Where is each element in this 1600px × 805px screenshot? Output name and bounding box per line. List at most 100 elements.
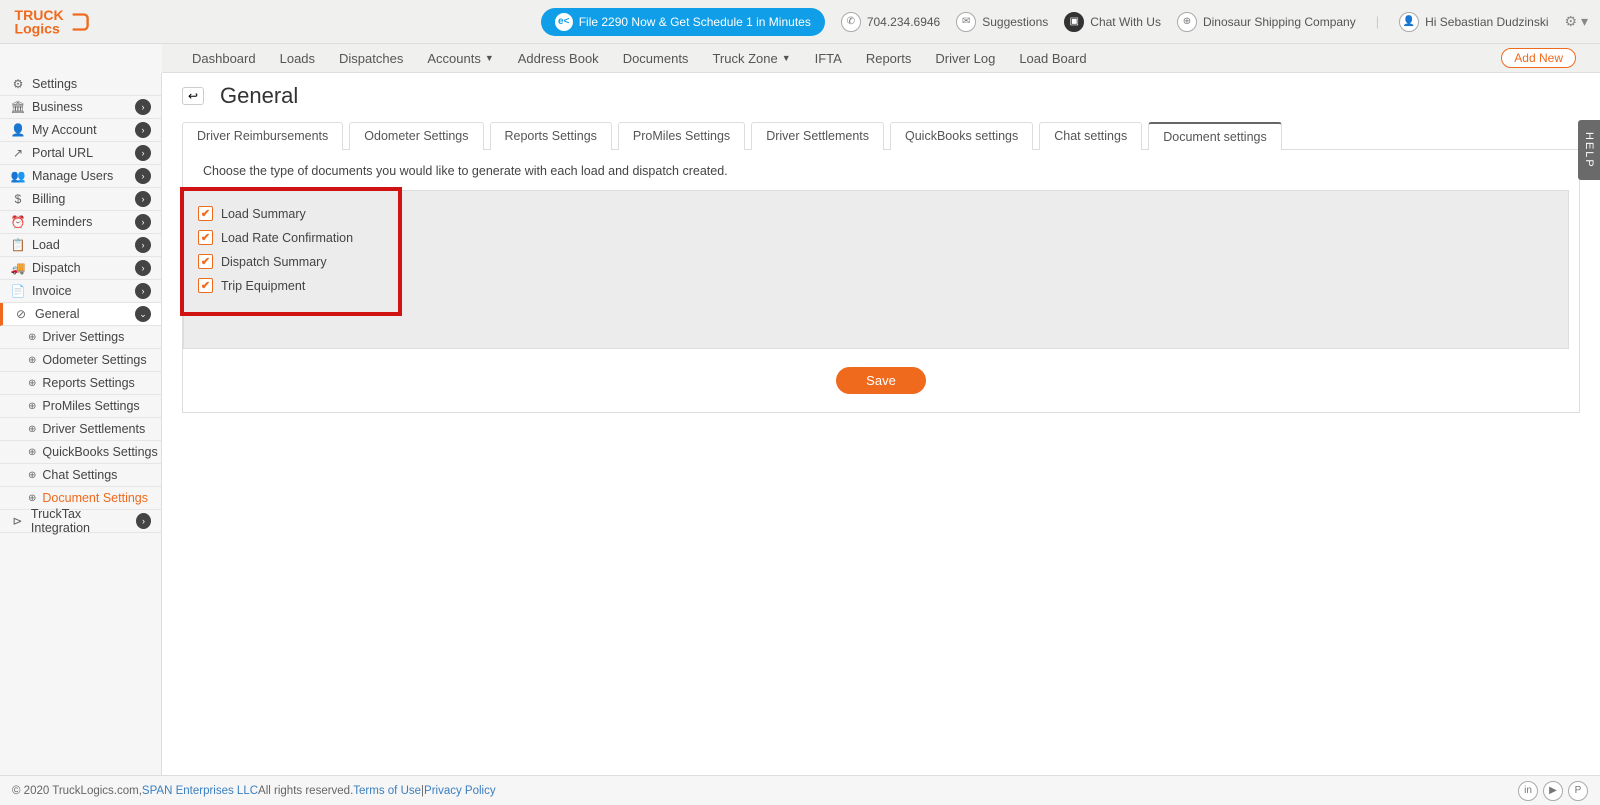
nav-driver-log[interactable]: Driver Log xyxy=(923,44,1007,73)
checkbox-row-load-rate-confirmation[interactable]: ✔ Load Rate Confirmation xyxy=(198,230,384,245)
sidebar: ⚙Settings 🏛Business› 👤My Account› ↗Porta… xyxy=(0,73,162,775)
sidebar-sub-quickbooks-settings[interactable]: ⊕ QuickBooks Settings xyxy=(0,441,161,464)
chevron-right-icon: › xyxy=(135,122,151,138)
chevron-right-icon: › xyxy=(135,237,151,253)
checkbox-icon[interactable]: ✔ xyxy=(198,254,213,269)
tab-document-settings[interactable]: Document settings xyxy=(1148,122,1282,150)
sidebar-label: Reminders xyxy=(32,215,92,229)
tab-quickbooks-settings[interactable]: QuickBooks settings xyxy=(890,122,1033,150)
link-icon: ↗ xyxy=(10,146,26,160)
document-type-panel: ✔ Load Summary ✔ Load Rate Confirmation … xyxy=(183,190,1569,349)
bullet-icon: ⊕ xyxy=(28,493,36,504)
phone-icon: ✆ xyxy=(841,12,861,32)
company-link[interactable]: ⊕ Dinosaur Shipping Company xyxy=(1177,12,1356,32)
nav-accounts[interactable]: Accounts▼ xyxy=(415,44,505,73)
sidebar-item-billing[interactable]: $Billing› xyxy=(0,188,161,211)
tab-reports-settings[interactable]: Reports Settings xyxy=(490,122,612,150)
footer-copyright: © 2020 TruckLogics.com, xyxy=(12,785,142,797)
tab-driver-settlements[interactable]: Driver Settlements xyxy=(751,122,884,150)
settings-gear-icon[interactable]: ⚙ ▾ xyxy=(1565,13,1588,30)
sidebar-sub-reports-settings[interactable]: ⊕Reports Settings xyxy=(0,372,161,395)
back-button[interactable]: ↩ xyxy=(182,87,204,105)
sidebar-sub-label: Reports Settings xyxy=(42,376,134,390)
sidebar-label: General xyxy=(35,307,79,321)
bullet-icon: ⊕ xyxy=(28,447,36,458)
checkbox-row-trip-equipment[interactable]: ✔ Trip Equipment xyxy=(198,278,384,293)
pinterest-icon[interactable]: P xyxy=(1568,781,1588,801)
sidebar-item-trucktax[interactable]: ⊳TruckTax Integration› xyxy=(0,510,161,533)
sidebar-item-invoice[interactable]: 📄Invoice› xyxy=(0,280,161,303)
nav-dispatches[interactable]: Dispatches xyxy=(327,44,415,73)
chat-label: Chat With Us xyxy=(1090,15,1161,29)
checkbox-label: Trip Equipment xyxy=(221,279,305,293)
sidebar-sub-driver-settlements[interactable]: ⊕Driver Settlements xyxy=(0,418,161,441)
checkbox-icon[interactable]: ✔ xyxy=(198,230,213,245)
nav-accounts-label: Accounts xyxy=(427,51,480,66)
user-menu[interactable]: 👤 Hi Sebastian Dudzinski xyxy=(1399,12,1548,32)
nav-ifta[interactable]: IFTA xyxy=(803,44,854,73)
nav-loads[interactable]: Loads xyxy=(268,44,327,73)
sidebar-item-dispatch[interactable]: 🚚Dispatch› xyxy=(0,257,161,280)
tab-promiles-settings[interactable]: ProMiles Settings xyxy=(618,122,745,150)
logo[interactable]: TRUCKLogics xyxy=(12,7,92,37)
nav-truck-zone[interactable]: Truck Zone▼ xyxy=(700,44,802,73)
add-new-button[interactable]: Add New xyxy=(1501,48,1576,68)
checkbox-icon[interactable]: ✔ xyxy=(198,278,213,293)
sidebar-item-my-account[interactable]: 👤My Account› xyxy=(0,119,161,142)
youtube-icon[interactable]: ▶ xyxy=(1543,781,1563,801)
sidebar-item-portal-url[interactable]: ↗Portal URL› xyxy=(0,142,161,165)
checkbox-label: Load Rate Confirmation xyxy=(221,231,353,245)
tab-chat-settings[interactable]: Chat settings xyxy=(1039,122,1142,150)
sidebar-item-general[interactable]: ⊘General⌄ xyxy=(0,303,161,326)
footer-span-link[interactable]: SPAN Enterprises LLC xyxy=(142,785,258,797)
save-button[interactable]: Save xyxy=(836,367,926,394)
chevron-right-icon: › xyxy=(135,99,151,115)
chevron-right-icon: › xyxy=(135,214,151,230)
nav-load-board[interactable]: Load Board xyxy=(1007,44,1098,73)
nav-reports[interactable]: Reports xyxy=(854,44,924,73)
dollar-icon: $ xyxy=(10,192,26,206)
user-icon: 👤 xyxy=(1399,12,1419,32)
sidebar-sub-label: QuickBooks Settings xyxy=(42,445,157,459)
checkbox-row-dispatch-summary[interactable]: ✔ Dispatch Summary xyxy=(198,254,384,269)
checkbox-icon[interactable]: ✔ xyxy=(198,206,213,221)
checkbox-label: Load Summary xyxy=(221,207,306,221)
settings-tabs: Driver Reimbursements Odometer Settings … xyxy=(182,121,1580,150)
footer-privacy-link[interactable]: Privacy Policy xyxy=(424,785,496,797)
linkedin-icon[interactable]: in xyxy=(1518,781,1538,801)
file-2290-pill[interactable]: e< File 2290 Now & Get Schedule 1 in Min… xyxy=(541,8,825,36)
sidebar-sub-label: Driver Settlements xyxy=(42,422,145,436)
sidebar-sub-odometer-settings[interactable]: ⊕ Odometer Settings xyxy=(0,349,161,372)
sidebar-item-manage-users[interactable]: 👥Manage Users› xyxy=(0,165,161,188)
sidebar-label: My Account xyxy=(32,123,97,137)
chevron-right-icon: › xyxy=(135,260,151,276)
bullet-icon: ⊕ xyxy=(28,401,36,412)
tab-content: Choose the type of documents you would l… xyxy=(182,150,1580,413)
chat-icon: ▣ xyxy=(1064,12,1084,32)
tab-odometer-settings[interactable]: Odometer Settings xyxy=(349,122,483,150)
sidebar-sub-chat-settings[interactable]: ⊕Chat Settings xyxy=(0,464,161,487)
chat-link[interactable]: ▣ Chat With Us xyxy=(1064,12,1161,32)
sidebar-item-reminders[interactable]: ⏰ Reminders › xyxy=(0,211,161,234)
checkbox-row-load-summary[interactable]: ✔ Load Summary xyxy=(198,206,384,221)
suggestions-link[interactable]: ✉ Suggestions xyxy=(956,12,1048,32)
footer-terms-link[interactable]: Terms of Use xyxy=(353,785,421,797)
nav-dashboard[interactable]: Dashboard xyxy=(180,44,268,73)
nav-address-book[interactable]: Address Book xyxy=(506,44,611,73)
nav-documents[interactable]: Documents xyxy=(611,44,701,73)
user-greeting: Hi Sebastian Dudzinski xyxy=(1425,15,1548,29)
sidebar-sub-promiles-settings[interactable]: ⊕ProMiles Settings xyxy=(0,395,161,418)
tab-driver-reimbursements[interactable]: Driver Reimbursements xyxy=(182,122,343,150)
sidebar-label: Load xyxy=(32,238,60,252)
sidebar-sub-label: Odometer Settings xyxy=(42,353,146,367)
bullet-icon: ⊕ xyxy=(28,355,36,366)
sidebar-item-business[interactable]: 🏛Business› xyxy=(0,96,161,119)
help-tab[interactable]: HELP xyxy=(1578,120,1600,180)
sidebar-label: Dispatch xyxy=(32,261,81,275)
svg-text:Logics: Logics xyxy=(15,20,60,36)
phone-link[interactable]: ✆ 704.234.6946 xyxy=(841,12,940,32)
sidebar-item-load[interactable]: 📋Load› xyxy=(0,234,161,257)
sidebar-sub-driver-settings[interactable]: ⊕Driver Settings xyxy=(0,326,161,349)
sidebar-item-settings[interactable]: ⚙Settings xyxy=(0,73,161,96)
clock-icon: ⏰ xyxy=(10,215,26,229)
